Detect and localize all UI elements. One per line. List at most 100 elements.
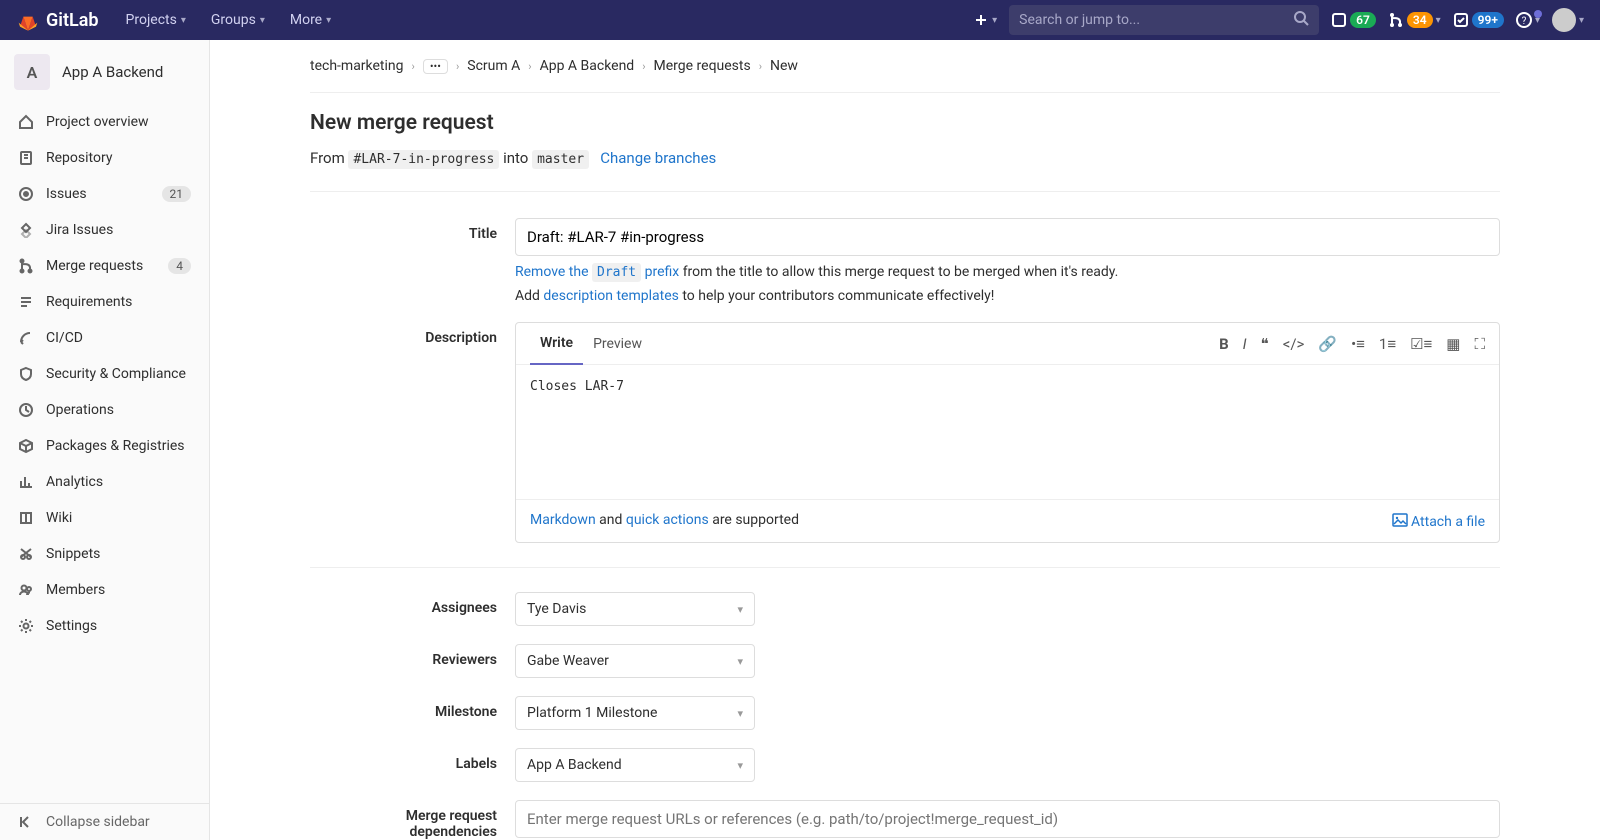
assignees-label: Assignees xyxy=(310,592,515,616)
gitlab-logo[interactable]: GitLab xyxy=(16,8,99,32)
sidebar-item-label: Packages & Registries xyxy=(46,438,185,454)
code-icon[interactable]: </> xyxy=(1283,335,1305,353)
shield-icon xyxy=(18,366,34,382)
sidebar-item-label: Snippets xyxy=(46,546,100,562)
ol-icon[interactable]: 1≡ xyxy=(1379,335,1396,353)
sidebar-item-label: Project overview xyxy=(46,114,149,130)
repo-icon xyxy=(18,150,34,166)
crumb-root[interactable]: tech-marketing xyxy=(310,58,404,74)
members-icon xyxy=(18,582,34,598)
sidebar-item-project-overview[interactable]: Project overview xyxy=(0,104,209,140)
cicd-icon xyxy=(18,330,34,346)
search-input[interactable] xyxy=(1019,12,1293,28)
description-templates-link[interactable]: description templates xyxy=(543,288,678,304)
top-navbar: GitLab Projects ▾ Groups ▾ More ▾ ▾ 67 3… xyxy=(0,0,1600,40)
todos-counter[interactable]: 99+ xyxy=(1453,12,1504,28)
link-icon[interactable]: 🔗 xyxy=(1318,335,1337,353)
tab-write[interactable]: Write xyxy=(530,323,583,365)
remove-draft-link[interactable]: Remove the Draft prefix xyxy=(515,264,679,280)
title-input[interactable] xyxy=(515,218,1500,256)
global-search[interactable] xyxy=(1009,5,1319,35)
plus-menu[interactable]: ▾ xyxy=(973,12,997,28)
todo-icon xyxy=(1453,12,1469,28)
req-icon xyxy=(18,294,34,310)
milestone-label: Milestone xyxy=(310,696,515,720)
sidebar-item-operations[interactable]: Operations xyxy=(0,392,209,428)
labels-select[interactable]: App A Backend▾ xyxy=(515,748,755,782)
analytics-icon xyxy=(18,474,34,490)
collapse-sidebar[interactable]: Collapse sidebar xyxy=(0,803,209,840)
project-avatar: A xyxy=(14,54,50,90)
jira-icon xyxy=(18,222,34,238)
quick-actions-link[interactable]: quick actions xyxy=(626,512,709,528)
sidebar-item-packages-registries[interactable]: Packages & Registries xyxy=(0,428,209,464)
pkg-icon xyxy=(18,438,34,454)
sidebar-item-jira-issues[interactable]: Jira Issues xyxy=(0,212,209,248)
issues-counter[interactable]: 67 xyxy=(1331,12,1376,28)
bold-icon[interactable]: B xyxy=(1219,335,1229,353)
crumb-current: New xyxy=(770,58,798,74)
description-textarea[interactable] xyxy=(516,365,1499,495)
sidebar-item-label: Settings xyxy=(46,618,97,634)
attach-file-link[interactable]: Attach a file xyxy=(1392,512,1485,530)
sidebar-badge: 21 xyxy=(162,186,192,202)
nav-more[interactable]: More ▾ xyxy=(280,12,341,28)
assignees-select[interactable]: Tye Davis▾ xyxy=(515,592,755,626)
brand-name: GitLab xyxy=(46,10,99,31)
sidebar-item-analytics[interactable]: Analytics xyxy=(0,464,209,500)
ops-icon xyxy=(18,402,34,418)
tab-preview[interactable]: Preview xyxy=(583,324,652,364)
description-label: Description xyxy=(310,322,515,346)
labels-label: Labels xyxy=(310,748,515,772)
merge-icon xyxy=(1388,12,1404,28)
project-sidebar: A App A Backend Project overview Reposito… xyxy=(0,40,210,840)
sidebar-item-wiki[interactable]: Wiki xyxy=(0,500,209,536)
user-menu[interactable]: ▾ xyxy=(1552,8,1584,32)
reviewers-select[interactable]: Gabe Weaver▾ xyxy=(515,644,755,678)
collapse-icon xyxy=(18,814,34,830)
avatar xyxy=(1552,8,1576,32)
project-header[interactable]: A App A Backend xyxy=(0,40,209,104)
milestone-select[interactable]: Platform 1 Milestone▾ xyxy=(515,696,755,730)
italic-icon[interactable]: I xyxy=(1243,335,1247,353)
sidebar-item-repository[interactable]: Repository xyxy=(0,140,209,176)
sidebar-item-ci-cd[interactable]: CI/CD xyxy=(0,320,209,356)
sidebar-item-requirements[interactable]: Requirements xyxy=(0,284,209,320)
crumb-l2[interactable]: App A Backend xyxy=(540,58,635,74)
quote-icon[interactable]: ❝ xyxy=(1261,335,1269,353)
breadcrumb: tech-marketing› •••› Scrum A› App A Back… xyxy=(310,40,1500,92)
fullscreen-icon[interactable]: ⛶ xyxy=(1474,335,1485,353)
deps-input[interactable] xyxy=(515,800,1500,838)
task-icon[interactable]: ☑≡ xyxy=(1410,335,1432,353)
sidebar-item-label: Operations xyxy=(46,402,114,418)
target-branch: master xyxy=(532,150,589,169)
mr-counter[interactable]: 34 ▾ xyxy=(1388,12,1441,28)
sidebar-item-members[interactable]: Members xyxy=(0,572,209,608)
snip-icon xyxy=(18,546,34,562)
sidebar-item-label: Merge requests xyxy=(46,258,143,274)
change-branches-link[interactable]: Change branches xyxy=(600,149,716,167)
sidebar-item-label: Requirements xyxy=(46,294,132,310)
table-icon[interactable]: ▦ xyxy=(1446,335,1460,353)
sidebar-item-settings[interactable]: Settings xyxy=(0,608,209,644)
sidebar-item-label: Security & Compliance xyxy=(46,366,186,382)
main-content: tech-marketing› •••› Scrum A› App A Back… xyxy=(210,40,1600,840)
question-icon: ? xyxy=(1516,12,1532,28)
sidebar-item-merge-requests[interactable]: Merge requests4 xyxy=(0,248,209,284)
crumb-ellipsis[interactable]: ••• xyxy=(423,59,448,74)
sidebar-item-snippets[interactable]: Snippets xyxy=(0,536,209,572)
sidebar-item-security-compliance[interactable]: Security & Compliance xyxy=(0,356,209,392)
crumb-l3[interactable]: Merge requests xyxy=(654,58,751,74)
help-menu[interactable]: ? ▾ xyxy=(1516,12,1540,28)
sidebar-item-label: Members xyxy=(46,582,105,598)
nav-groups[interactable]: Groups ▾ xyxy=(201,12,275,28)
crumb-l1[interactable]: Scrum A xyxy=(467,58,520,74)
source-branch: #LAR-7-in-progress xyxy=(348,150,499,169)
sidebar-item-issues[interactable]: Issues21 xyxy=(0,176,209,212)
image-icon xyxy=(1392,512,1408,528)
issues-icon xyxy=(18,186,34,202)
ul-icon[interactable]: •≡ xyxy=(1351,335,1365,353)
markdown-help-link[interactable]: Markdown xyxy=(530,512,596,528)
mr-icon xyxy=(18,258,34,274)
nav-projects[interactable]: Projects ▾ xyxy=(116,12,196,28)
